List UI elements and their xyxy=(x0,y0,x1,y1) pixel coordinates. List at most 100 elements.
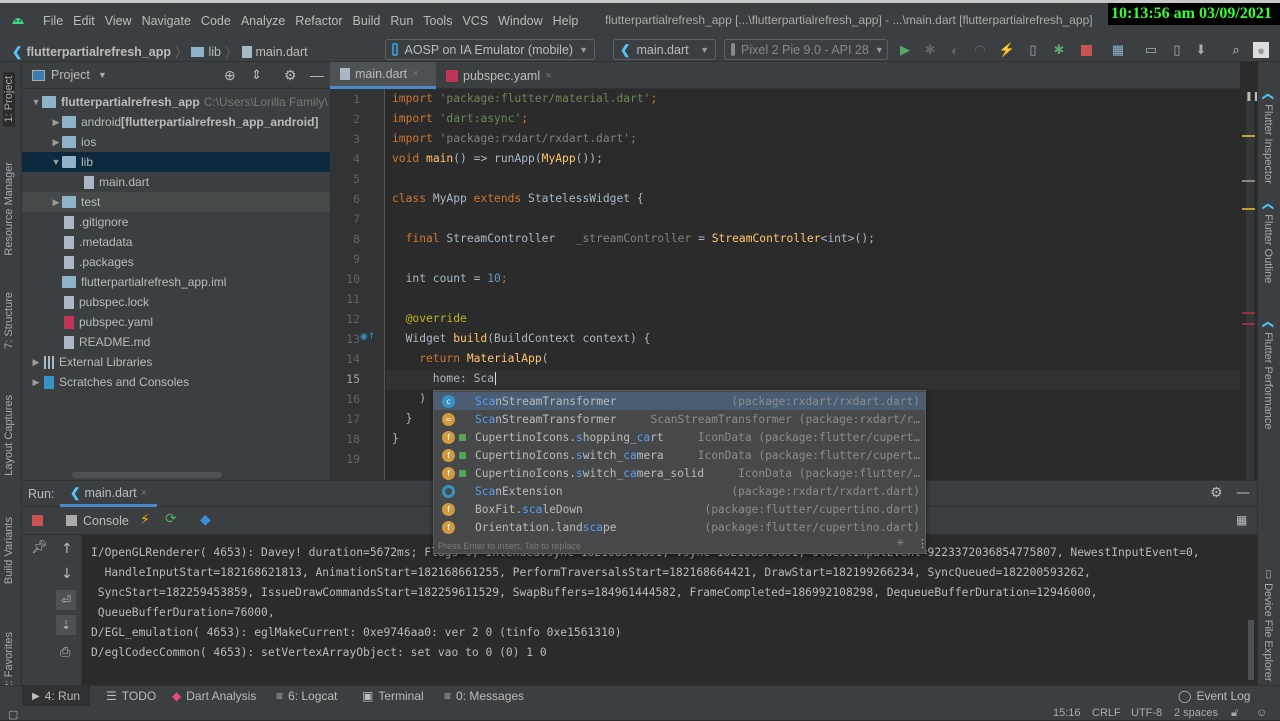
completion-item[interactable]: = ScanStreamTransformer ScanStreamTransfor… xyxy=(434,410,925,428)
breadcrumb-project[interactable]: flutterpartialrefresh_app xyxy=(26,45,170,59)
stop-icon[interactable] xyxy=(32,515,43,526)
completion-item[interactable]: f CupertinoIcons.shopping_cart IconData (p… xyxy=(434,428,925,446)
tree-item[interactable]: ▶ Scratches and Consoles xyxy=(22,372,330,392)
soft-wrap-icon[interactable]: ⏎ xyxy=(56,590,76,610)
flutter-attach-icon[interactable]: ▯ xyxy=(1025,42,1041,58)
menu-view[interactable]: View xyxy=(100,14,137,28)
tree-item[interactable]: ▶ test xyxy=(22,192,330,212)
gear-icon[interactable]: ⚙ xyxy=(284,67,297,84)
search-icon[interactable]: ⌕ xyxy=(1228,42,1244,58)
gear-icon[interactable]: ⚙ xyxy=(1210,485,1223,501)
tree-item[interactable]: .gitignore xyxy=(22,212,330,232)
tree-item[interactable]: README.md xyxy=(22,332,330,352)
menu-navigate[interactable]: Navigate xyxy=(137,14,196,28)
collapse-all-icon[interactable]: ⇕ xyxy=(251,67,262,83)
account-icon[interactable]: ● xyxy=(1253,42,1269,58)
breadcrumb-file[interactable]: main.dart xyxy=(256,45,308,59)
tree-item[interactable]: ▶ ios xyxy=(22,132,330,152)
sdk-update-icon[interactable]: ⬇ xyxy=(1193,42,1209,58)
run-config-selector[interactable]: ❮ main.dart ▼ xyxy=(613,39,716,60)
dart-devtools-icon[interactable]: ◆ xyxy=(200,512,211,528)
lock-icon[interactable]: 🔓︎ xyxy=(1231,707,1238,720)
tool-tab-flutter-performance[interactable]: ❮ Flutter Performance xyxy=(1262,320,1275,429)
menu-window[interactable]: Window xyxy=(493,14,547,28)
override-marker-icon[interactable]: ◉↑ xyxy=(360,332,375,342)
caret-position[interactable]: 15:16 xyxy=(1053,707,1081,719)
error-marker[interactable] xyxy=(1242,312,1255,314)
tab-pubspec-yaml[interactable]: pubspec.yaml × xyxy=(436,62,564,89)
tree-item[interactable]: ▼ lib xyxy=(22,152,330,172)
menu-file[interactable]: File xyxy=(38,14,68,28)
error-stripe[interactable]: ❚❚ xyxy=(1240,89,1260,480)
menu-vcs[interactable]: VCS xyxy=(457,14,493,28)
hot-reload-icon[interactable]: ⚡ xyxy=(140,512,150,528)
tool-tab-device-file-explorer[interactable]: ▯ Device File Explorer xyxy=(1262,567,1275,681)
chevron-right-icon[interactable]: ▶ xyxy=(30,357,42,368)
project-view-selector[interactable]: Project xyxy=(51,68,90,82)
print-icon[interactable]: ⎙ xyxy=(60,645,70,660)
apply-changes-icon[interactable]: ✱ xyxy=(1051,42,1067,58)
error-marker[interactable] xyxy=(1242,323,1255,325)
tool-tab-messages[interactable]: ≡ 0: Messages xyxy=(438,689,530,703)
tree-item[interactable]: pubspec.yaml xyxy=(22,312,330,332)
chevron-right-icon[interactable]: ▶ xyxy=(30,377,42,388)
tool-tab-terminal[interactable]: ▣ Terminal xyxy=(356,689,430,703)
hot-reload-icon[interactable]: ⚡ xyxy=(999,42,1015,58)
close-icon[interactable]: × xyxy=(545,70,551,82)
completion-item[interactable]: f CupertinoIcons.switch_camera_solid IconD… xyxy=(434,464,925,482)
line-separator[interactable]: CRLF xyxy=(1092,707,1121,719)
run-icon[interactable]: ▶ xyxy=(897,42,913,58)
hide-icon[interactable]: — xyxy=(1236,485,1250,501)
tool-tab-structure[interactable]: 7: Structure xyxy=(3,292,15,349)
tool-tab-build-variants[interactable]: Build Variants xyxy=(3,517,15,584)
tree-item[interactable]: main.dart xyxy=(22,172,330,192)
menu-analyze[interactable]: Analyze xyxy=(236,14,290,28)
completion-item[interactable]: f BoxFit.scaleDown (package:flutter/cupert… xyxy=(434,500,925,518)
tree-item[interactable]: ▼ flutterpartialrefresh_app C:\Users\Lori… xyxy=(22,92,330,112)
inspector-icon[interactable]: ☺ xyxy=(1256,707,1267,719)
debug-icon[interactable]: ✱ xyxy=(922,42,938,58)
project-structure-icon[interactable]: ▦ xyxy=(1110,42,1126,58)
file-encoding[interactable]: UTF-8 xyxy=(1131,707,1162,719)
indent-setting[interactable]: 2 spaces xyxy=(1174,707,1218,719)
tree-item[interactable]: flutterpartialrefresh_app.iml xyxy=(22,272,330,292)
menu-help[interactable]: Help xyxy=(548,14,584,28)
chevron-down-icon[interactable]: ▼ xyxy=(98,70,107,80)
tool-tab-logcat[interactable]: ≡ 6: Logcat xyxy=(270,689,343,703)
warning-marker[interactable] xyxy=(1242,208,1255,210)
stop-icon[interactable] xyxy=(1078,42,1094,58)
tree-item[interactable]: .metadata xyxy=(22,232,330,252)
horizontal-scrollbar[interactable] xyxy=(72,472,222,478)
profile-icon[interactable]: ◐ xyxy=(947,42,963,58)
event-log-button[interactable]: ◯ Event Log xyxy=(1172,689,1256,703)
hot-restart-icon[interactable]: ⟳ xyxy=(165,511,177,527)
attach-icon[interactable]: ◠ xyxy=(972,42,988,58)
breadcrumb-lib[interactable]: lib xyxy=(208,45,221,59)
completion-item[interactable]: ScanExtension (package:rxdart/rxdart.dart… xyxy=(434,482,925,500)
toggle-tool-windows-icon[interactable]: ▢ xyxy=(8,708,18,721)
tree-item[interactable]: .packages xyxy=(22,252,330,272)
close-icon[interactable]: × xyxy=(412,68,418,80)
chevron-right-icon[interactable]: ▶ xyxy=(50,117,62,128)
more-options-icon[interactable]: ⋮ xyxy=(917,537,928,550)
avd-selector[interactable]: Pixel 2 Pie 9.0 - API 28 ▼ xyxy=(724,39,888,60)
locate-icon[interactable]: ⊕ xyxy=(224,67,236,84)
completion-item[interactable]: f Orientation.landscape (package:flutter/c… xyxy=(434,518,925,536)
tool-tab-dart-analysis[interactable]: ◆ Dart Analysis xyxy=(166,689,262,703)
tree-item[interactable]: ▶ External Libraries xyxy=(22,352,330,372)
menu-run[interactable]: Run xyxy=(385,14,418,28)
scroll-to-end-icon[interactable]: ⇣ xyxy=(56,615,76,635)
chevron-down-icon[interactable]: ▼ xyxy=(50,157,62,167)
console-scrollbar[interactable] xyxy=(1245,535,1257,685)
tree-item[interactable]: ▶ android [flutterpartialrefresh_app_andr… xyxy=(22,112,330,132)
tool-tab-layout-captures[interactable]: Layout Captures xyxy=(3,395,15,476)
tab-main-dart[interactable]: main.dart × xyxy=(330,62,436,89)
tool-tab-resource-manager[interactable]: Resource Manager xyxy=(3,162,15,256)
chevron-right-icon[interactable]: ▶ xyxy=(50,197,62,208)
hide-icon[interactable]: — xyxy=(310,67,324,83)
tree-item[interactable]: pubspec.lock xyxy=(22,292,330,312)
tool-tab-flutter-inspector[interactable]: ❮ Flutter Inspector xyxy=(1262,92,1275,184)
chevron-right-icon[interactable]: ▶ xyxy=(50,137,62,148)
scroll-down-icon[interactable]: ↓ xyxy=(61,566,73,582)
menu-edit[interactable]: Edit xyxy=(68,14,100,28)
